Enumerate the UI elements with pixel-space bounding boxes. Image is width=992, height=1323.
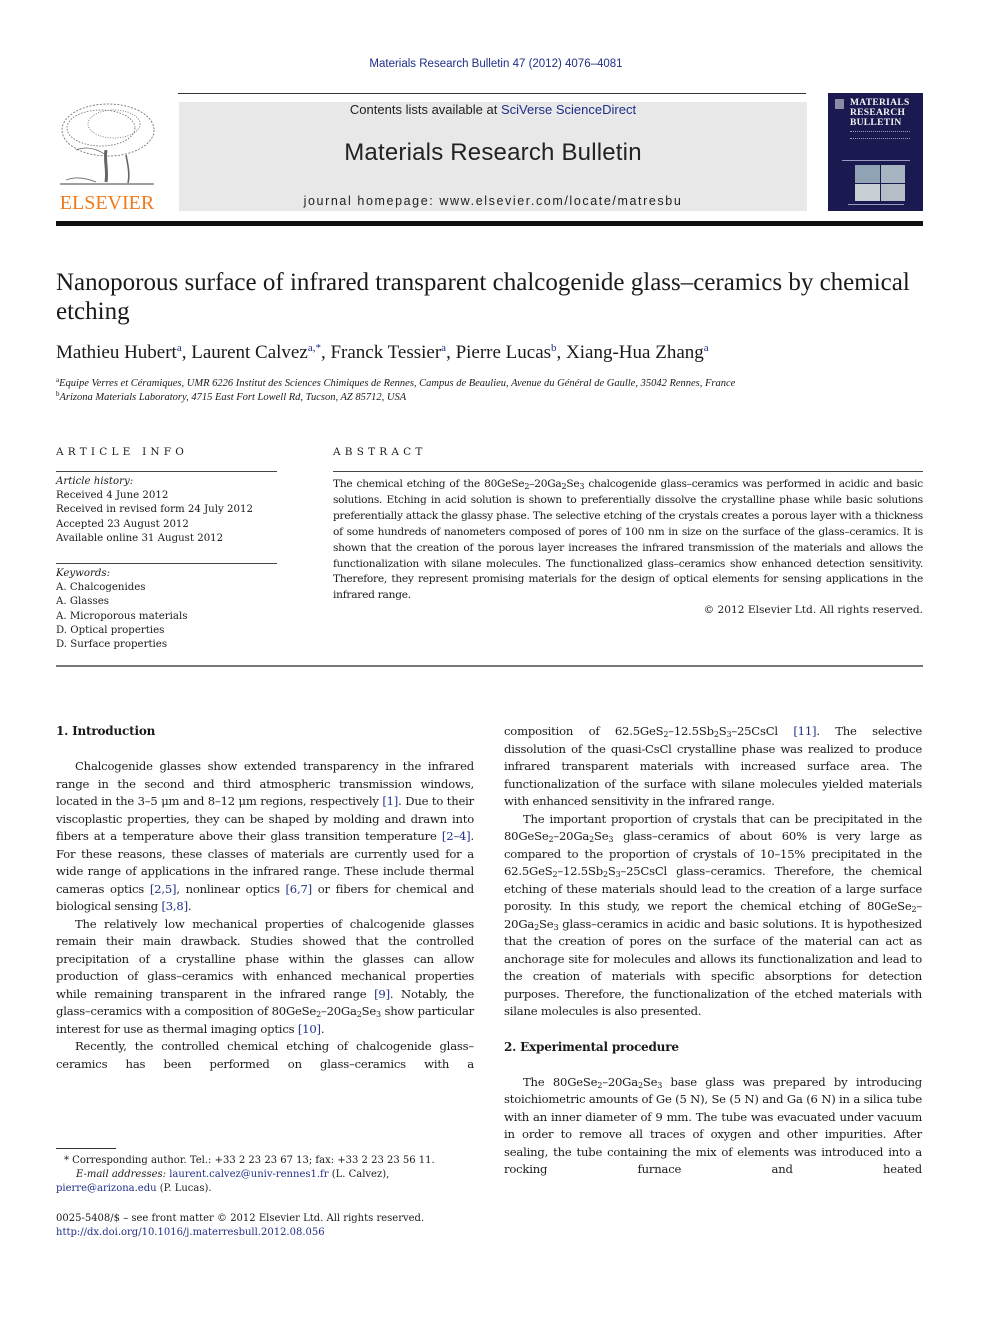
email-owner: (P. Lucas). [156,1183,212,1194]
journal-cover: MATERIALS RESEARCH BULLETIN [828,93,923,211]
header-thick-rule [56,221,923,226]
author-affiliation-mark[interactable]: b [551,342,557,354]
paragraph: The important proportion of crystals tha… [504,811,922,1019]
author-affiliation-mark[interactable]: a,* [308,342,321,354]
abstract-heading: ABSTRACT [333,446,427,458]
author-name: Franck Tessier [330,342,442,363]
author-affiliation-mark[interactable]: a [441,342,446,354]
body-column-right: composition of 62.5GeS2–12.5Sb2S3–25CsCl… [504,723,922,1179]
footnote-rule [56,1148,116,1149]
front-matter: 0025-5408/$ – see front matter © 2012 El… [56,1212,486,1240]
cover-title: MATERIALS RESEARCH BULLETIN [850,98,910,128]
email-link[interactable]: laurent.calvez@univ-rennes1.fr [169,1169,328,1180]
section-heading-experimental: 2. Experimental procedure [504,1039,679,1054]
divider [333,471,923,472]
citation-link[interactable]: [3,8] [161,899,188,913]
keyword: D. Surface properties [56,639,168,651]
keywords-label: Keywords: [56,568,111,579]
cover-title-line: MATERIALS [850,98,910,108]
email-link[interactable]: pierre@arizona.edu [56,1183,157,1194]
history-item: Available online 31 August 2012 [56,532,224,544]
article-info-heading: ARTICLE INFO [56,446,189,458]
keywords: Keywords: A. Chalcogenides A. Glasses A.… [56,567,281,652]
author-list: Mathieu Huberta, Laurent Calveza,*, Fran… [56,342,709,363]
divider [56,563,277,564]
divider [56,471,277,472]
paragraph: composition of 62.5GeS2–12.5Sb2S3–25CsCl… [504,724,922,808]
history-item: Accepted 23 August 2012 [56,518,189,530]
citation-link[interactable]: [2,5] [150,882,177,896]
author-name: Pierre Lucas [455,342,552,363]
affiliation: aEquipe Verres et Céramiques, UMR 6226 I… [56,376,926,389]
citation-link[interactable]: Materials Research Bulletin 47 (2012) 40… [369,58,622,70]
affiliation-text: Arizona Materials Laboratory, 4715 East … [59,392,407,403]
history-item: Received in revised form 24 July 2012 [56,504,253,516]
cover-subtitle [850,131,910,139]
keyword: A. Glasses [56,596,110,608]
keyword: A. Microporous materials [56,610,188,622]
email-label: E-mail addresses: [76,1169,167,1180]
journal-citation[interactable]: Materials Research Bulletin 47 (2012) 40… [0,58,992,70]
cover-elsevier-icon [835,99,844,109]
elsevier-wordmark: ELSEVIER [59,192,155,214]
author-affiliation-mark[interactable]: a [177,342,182,354]
body-column-left: 1. Introduction Chalcogenide glasses sho… [56,723,474,1073]
keyword: A. Chalcogenides [56,582,146,594]
article-title: Nanoporous surface of infrared transpare… [56,269,910,325]
corresponding-author: * Corresponding author. Tel.: +33 2 23 2… [64,1155,435,1166]
citation-link[interactable]: [9] [374,987,390,1001]
tree-icon [60,103,155,185]
cover-title-line: RESEARCH [850,108,906,118]
contents-prefix: Contents lists available at [349,102,501,117]
author-name: Xiang-Hua Zhang [566,342,704,363]
contents-line: Contents lists available at SciVerse Sci… [179,102,807,117]
citation-link[interactable]: [2–4] [442,829,471,843]
journal-name: Materials Research Bulletin [344,139,642,166]
cover-micrographs [855,165,905,201]
affiliation: bArizona Materials Laboratory, 4715 East… [56,390,926,403]
citation-link[interactable]: [1] [382,794,398,808]
section-heading-introduction: 1. Introduction [56,724,156,738]
history-item: Received 4 June 2012 [56,490,169,502]
affiliation-text: Equipe Verres et Céramiques, UMR 6226 In… [59,378,736,389]
cover-strapline [842,160,910,161]
cover-title-line: BULLETIN [850,118,902,128]
history-label: Article history: [56,476,134,487]
keyword: D. Optical properties [56,624,165,636]
author-name: Laurent Calvez [191,342,308,363]
issn-line: 0025-5408/$ – see front matter © 2012 El… [56,1213,425,1224]
journal-homepage[interactable]: journal homepage: www.elsevier.com/locat… [179,194,807,208]
copyright-notice: © 2012 Elsevier Ltd. All rights reserved… [703,604,923,616]
article-history: Article history: Received 4 June 2012 Re… [56,475,281,546]
citation-link[interactable]: [6,7] [285,882,312,896]
section-divider [56,665,923,667]
paragraph: The relatively low mechanical properties… [56,916,475,1036]
cover-footer [848,204,904,205]
author-name: Mathieu Hubert [56,342,177,363]
citation-link[interactable]: [10] [298,1022,321,1036]
email-owner: (L. Calvez), [328,1169,390,1180]
abstract-text: The chemical etching of the 80GeSe2–20Ga… [333,478,923,602]
paragraph: The 80GeSe2–20Ga2Se3 base glass was prep… [504,1074,922,1177]
paragraph: Recently, the controlled chemical etchin… [56,1039,474,1071]
sciencedirect-link[interactable]: SciVerse ScienceDirect [501,102,636,117]
author-affiliation-mark[interactable]: a [704,342,709,354]
header-rule [178,93,806,94]
doi-link[interactable]: http://dx.doi.org/10.1016/j.materresbull… [56,1227,325,1238]
paragraph: Chalcogenide glasses show extended trans… [56,759,475,913]
citation-link[interactable]: [11] [793,724,816,738]
corresponding-author-footnote: * Corresponding author. Tel.: +33 2 23 2… [56,1154,486,1196]
